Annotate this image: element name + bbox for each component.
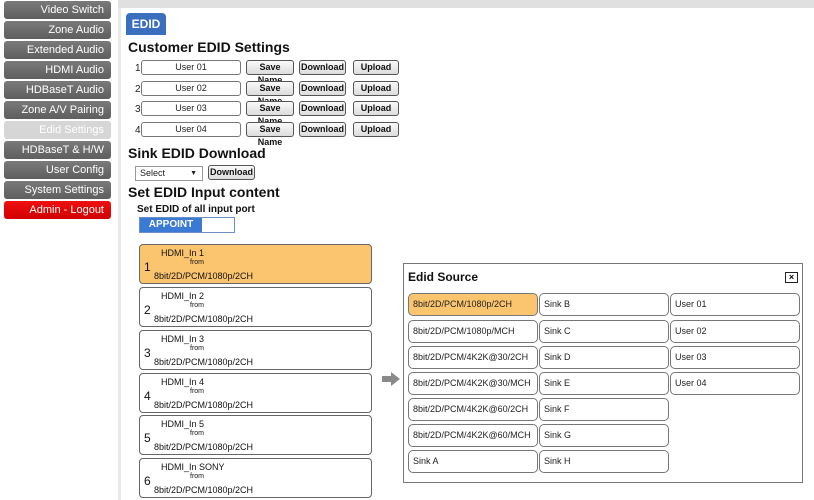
appoint-toggle[interactable]: APPOINT bbox=[139, 217, 235, 233]
upload-button-2[interactable]: Upload bbox=[353, 81, 399, 96]
port-from: from bbox=[190, 302, 204, 309]
port-source: 8bit/2D/PCM/1080p/2CH bbox=[154, 314, 254, 324]
input-port-6[interactable]: 6 HDMI_In SONY from 8bit/2D/PCM/1080p/2C… bbox=[139, 458, 372, 498]
port-number: 2 bbox=[144, 303, 151, 317]
all-input-label: Set EDID of all input port bbox=[137, 204, 255, 215]
port-name: HDMI_In 3 bbox=[161, 334, 205, 344]
sidebar-item-hdbaset-hw-info[interactable]: HDBaseT & H/W Info bbox=[4, 141, 111, 174]
save-name-button-4[interactable]: Save Name bbox=[246, 122, 294, 147]
port-from: from bbox=[190, 345, 204, 352]
source-option[interactable]: User 02 bbox=[670, 320, 800, 343]
customer-name-input-1[interactable]: User 01 bbox=[141, 60, 241, 75]
sidebar-item-hdmi-audio[interactable]: HDMI Audio bbox=[4, 61, 111, 79]
input-port-2[interactable]: 2 HDMI_In 2 from 8bit/2D/PCM/1080p/2CH bbox=[139, 287, 372, 327]
download-button-1[interactable]: Download bbox=[299, 60, 346, 75]
sink-edid-title: Sink EDID Download bbox=[128, 145, 266, 161]
sink-select-value: Select bbox=[140, 168, 166, 178]
sidebar-item-hdbaset-audio[interactable]: HDBaseT Audio bbox=[4, 81, 111, 99]
port-source: 8bit/2D/PCM/1080p/2CH bbox=[154, 400, 254, 410]
port-source: 8bit/2D/PCM/1080p/2CH bbox=[154, 357, 254, 367]
port-from: from bbox=[190, 259, 204, 266]
source-option[interactable]: User 01 bbox=[670, 293, 800, 316]
tab-edid[interactable]: EDID bbox=[126, 13, 166, 35]
port-source: 8bit/2D/PCM/1080p/2CH bbox=[154, 485, 254, 495]
source-option[interactable]: Sink H bbox=[539, 450, 669, 473]
customer-name-input-2[interactable]: User 02 bbox=[141, 81, 241, 96]
chevron-down-icon: ▼ bbox=[190, 170, 197, 177]
port-number: 4 bbox=[144, 389, 151, 403]
sidebar-item-extended-audio[interactable]: Extended Audio bbox=[4, 41, 111, 59]
customer-row-num: 2 bbox=[135, 84, 141, 95]
customer-name-input-3[interactable]: User 03 bbox=[141, 101, 241, 116]
source-option[interactable]: Sink F bbox=[539, 398, 669, 421]
sidebar: Video Switch Zone Audio Extended Audio H… bbox=[0, 0, 112, 500]
input-port-4[interactable]: 4 HDMI_In 4 from 8bit/2D/PCM/1080p/2CH bbox=[139, 373, 372, 413]
customer-edid-title: Customer EDID Settings bbox=[128, 39, 290, 55]
input-content-title: Set EDID Input content bbox=[128, 184, 280, 200]
sink-select[interactable]: Select ▼ bbox=[135, 166, 203, 181]
close-icon[interactable]: × bbox=[785, 272, 798, 283]
port-source: 8bit/2D/PCM/1080p/2CH bbox=[154, 271, 254, 281]
top-bar bbox=[118, 0, 814, 8]
port-source: 8bit/2D/PCM/1080p/2CH bbox=[154, 442, 254, 452]
source-option[interactable]: 8bit/2D/PCM/1080p/2CH bbox=[408, 293, 538, 316]
upload-button-1[interactable]: Upload bbox=[353, 60, 399, 75]
save-name-button-2[interactable]: Save Name bbox=[246, 81, 294, 106]
source-option[interactable]: 8bit/2D/PCM/4K2K@60/MCH bbox=[408, 424, 538, 447]
sidebar-item-user-config[interactable]: User Config bbox=[4, 161, 111, 179]
source-option[interactable]: 8bit/2D/PCM/1080p/MCH bbox=[408, 320, 538, 343]
main-area: EDID Customer EDID Settings 1 User 01 Sa… bbox=[118, 0, 814, 500]
sidebar-item-admin-logout[interactable]: Admin - Logout bbox=[4, 201, 111, 219]
save-name-button-3[interactable]: Save Name bbox=[246, 101, 294, 126]
customer-row-num: 1 bbox=[135, 63, 141, 74]
download-button-2[interactable]: Download bbox=[299, 81, 346, 96]
source-option[interactable]: Sink C bbox=[539, 320, 669, 343]
input-port-5[interactable]: 5 HDMI_In 5 from 8bit/2D/PCM/1080p/2CH bbox=[139, 415, 372, 455]
source-option[interactable]: 8bit/2D/PCM/4K2K@30/2CH bbox=[408, 346, 538, 369]
download-button-3[interactable]: Download bbox=[299, 101, 346, 116]
save-name-button-1[interactable]: Save Name bbox=[246, 60, 294, 85]
source-option[interactable]: Sink E bbox=[539, 372, 669, 395]
input-port-1[interactable]: 1 HDMI_In 1 from 8bit/2D/PCM/1080p/2CH bbox=[139, 244, 372, 284]
source-option[interactable]: 8bit/2D/PCM/4K2K@30/MCH bbox=[408, 372, 538, 395]
appoint-toggle-label: APPOINT bbox=[140, 218, 202, 232]
content-panel: EDID Customer EDID Settings 1 User 01 Sa… bbox=[121, 8, 814, 500]
port-from: from bbox=[190, 473, 204, 480]
port-name: HDMI_In SONY bbox=[161, 462, 225, 472]
port-name: HDMI_In 1 bbox=[161, 248, 205, 258]
sink-download-button[interactable]: Download bbox=[208, 165, 255, 180]
edid-source-title: Edid Source bbox=[408, 270, 479, 284]
arrow-right-icon bbox=[382, 372, 400, 386]
customer-name-input-4[interactable]: User 04 bbox=[141, 122, 241, 137]
download-button-4[interactable]: Download bbox=[299, 122, 346, 137]
port-number: 5 bbox=[144, 431, 151, 445]
upload-button-3[interactable]: Upload bbox=[353, 101, 399, 116]
sidebar-item-zone-av-pairing[interactable]: Zone A/V Pairing bbox=[4, 101, 111, 119]
port-from: from bbox=[190, 430, 204, 437]
port-from: from bbox=[190, 388, 204, 395]
edid-source-panel: Edid Source × 8bit/2D/PCM/1080p/2CH 8bit… bbox=[403, 263, 803, 483]
sidebar-item-edid-settings[interactable]: Edid Settings bbox=[4, 121, 111, 139]
port-number: 6 bbox=[144, 474, 151, 488]
customer-row-num: 4 bbox=[135, 125, 141, 136]
upload-button-4[interactable]: Upload bbox=[353, 122, 399, 137]
source-option[interactable]: Sink D bbox=[539, 346, 669, 369]
input-port-3[interactable]: 3 HDMI_In 3 from 8bit/2D/PCM/1080p/2CH bbox=[139, 330, 372, 370]
source-option[interactable]: Sink A bbox=[408, 450, 538, 473]
sidebar-item-video-switch[interactable]: Video Switch bbox=[4, 1, 111, 19]
port-name: HDMI_In 4 bbox=[161, 377, 205, 387]
port-name: HDMI_In 5 bbox=[161, 419, 205, 429]
port-number: 3 bbox=[144, 346, 151, 360]
source-option[interactable]: Sink B bbox=[539, 293, 669, 316]
source-option[interactable]: 8bit/2D/PCM/4K2K@60/2CH bbox=[408, 398, 538, 421]
customer-row-num: 3 bbox=[135, 104, 141, 115]
port-name: HDMI_In 2 bbox=[161, 291, 205, 301]
sidebar-item-zone-audio[interactable]: Zone Audio bbox=[4, 21, 111, 39]
source-option[interactable]: User 03 bbox=[670, 346, 800, 369]
sidebar-item-system-settings[interactable]: System Settings bbox=[4, 181, 111, 199]
port-number: 1 bbox=[144, 260, 151, 274]
source-option[interactable]: User 04 bbox=[670, 372, 800, 395]
source-option[interactable]: Sink G bbox=[539, 424, 669, 447]
